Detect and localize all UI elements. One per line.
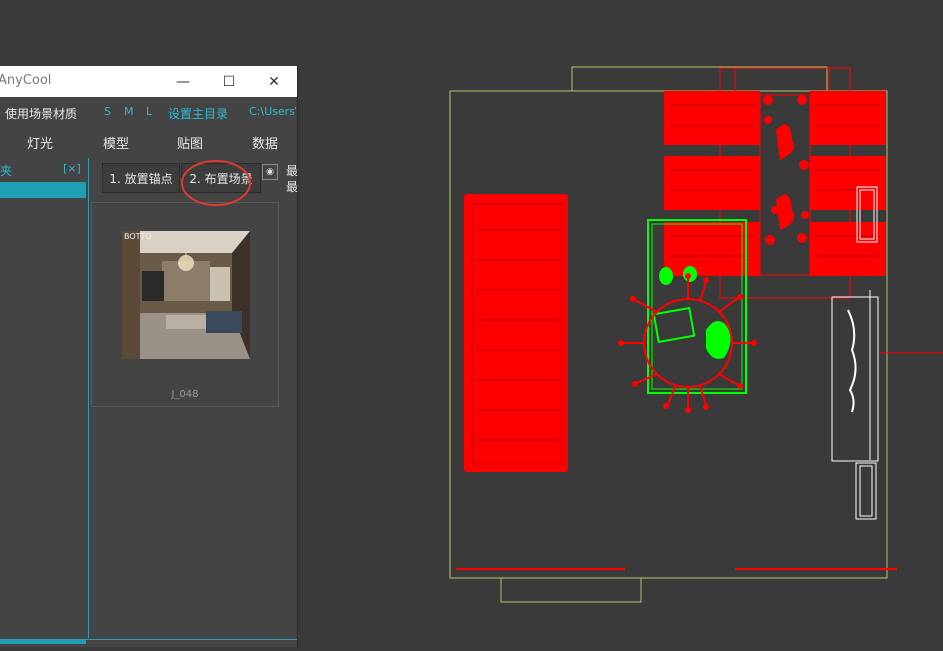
title-bar[interactable]: AnyCool — ☐ ✕ [0,66,297,97]
size-s-button[interactable]: S [104,105,111,118]
maximize-button[interactable]: ☐ [206,66,252,97]
use-scene-material-button[interactable]: 使用场景材质 [5,105,77,122]
thumbnail-overlay-text: BOTTO [124,232,152,241]
anycool-panel: AnyCool — ☐ ✕ 使用场景材质 S M L 设置主目录 C:\User… [0,66,298,647]
content-pane: 1. 放置锚点 2. 布置场景 ◉ 最 最 BOTTO J_048 [89,158,298,638]
place-anchor-button[interactable]: 1. 放置锚点 [102,163,180,193]
tab-models[interactable]: 模型 [103,133,129,152]
toolbar: 使用场景材质 S M L 设置主目录 C:\Users\ [0,97,297,127]
maximize-icon: ☐ [222,73,236,90]
dining-set [664,91,886,276]
tab-textures[interactable]: 贴图 [177,133,203,152]
folder-sidebar: 夹 [×] [0,158,89,638]
selected-folder-item[interactable] [0,182,86,198]
living-room-preview [122,231,250,359]
scene-thumbnail-card[interactable]: BOTTO J_048 [91,202,279,407]
thumbnail-caption: J_048 [171,389,199,400]
settings-toggle-button[interactable]: ◉ [262,164,278,180]
set-root-directory-button[interactable]: 设置主目录 [168,105,228,122]
folder-label: 夹 [0,164,13,178]
minimize-button[interactable]: — [160,66,206,97]
tab-lights[interactable]: 灯光 [27,133,53,152]
window-title: AnyCool [0,73,52,88]
size-l-button[interactable]: L [146,105,152,118]
extra-option-2[interactable]: 最 [286,178,298,195]
highlight-circle [181,160,251,206]
tab-bar: 灯光 模型 贴图 数据 [0,127,297,158]
minimize-icon: — [176,73,190,90]
folder-header: 夹 [×] [0,158,88,182]
size-m-button[interactable]: M [124,105,134,118]
folder-close-button[interactable]: [×] [63,162,81,175]
close-button[interactable]: ✕ [251,66,297,97]
close-icon: ✕ [268,73,280,90]
target-icon: ◉ [266,167,274,177]
root-path-text: C:\Users\ [249,105,296,118]
bottom-accent [0,640,86,644]
extra-option-1[interactable]: 最 [286,162,298,179]
sofa [464,194,568,472]
scene-thumbnail-image: BOTTO [122,231,250,359]
tab-data[interactable]: 数据 [252,133,278,152]
